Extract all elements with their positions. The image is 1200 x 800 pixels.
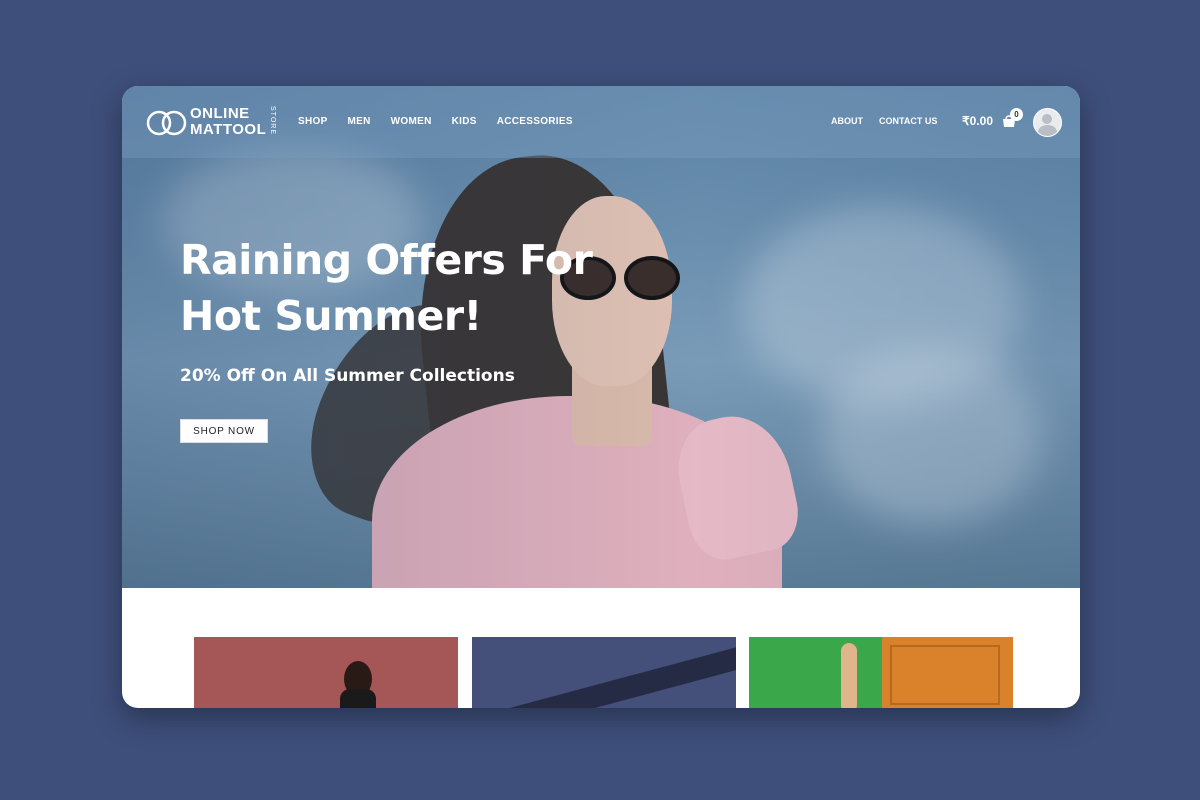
logo-side-text: STORE: [269, 106, 276, 135]
shop-now-button[interactable]: SHOP NOW: [180, 419, 268, 443]
category-cards: [194, 637, 1014, 708]
nav-about[interactable]: ABOUT: [831, 116, 863, 126]
arm-with-watch-image: [841, 643, 857, 708]
nav-contact[interactable]: CONTACT US: [879, 116, 937, 126]
cart-total[interactable]: ₹0.00: [962, 114, 993, 128]
user-avatar-icon[interactable]: [1033, 108, 1062, 137]
browser-window: Raining Offers For Hot Summer! 20% Off O…: [122, 86, 1080, 708]
logo-line2: MATTOOL: [190, 121, 267, 138]
rings-logo-icon: [146, 110, 187, 136]
man-image-body: [340, 689, 376, 708]
shadow-stripe: [472, 639, 736, 708]
nav-kids[interactable]: KIDS: [452, 116, 477, 127]
nav-shop[interactable]: SHOP: [298, 116, 328, 127]
top-navbar: ONLINE MATTOOL STORE SHOP MEN WOMEN KIDS…: [122, 86, 1080, 158]
hero-subheadline: 20% Off On All Summer Collections: [180, 366, 515, 386]
category-card-men[interactable]: [194, 637, 458, 708]
nav-men[interactable]: MEN: [348, 116, 371, 127]
logo-text: ONLINE MATTOOL: [190, 106, 266, 138]
category-card-women[interactable]: [472, 637, 736, 708]
nav-accessories[interactable]: ACCESSORIES: [497, 116, 573, 127]
door-image: [882, 637, 1013, 708]
logo-line1: ONLINE: [190, 105, 250, 122]
store-logo[interactable]: ONLINE MATTOOL STORE: [146, 106, 276, 142]
nav-women[interactable]: WOMEN: [391, 116, 432, 127]
hero-headline: Raining Offers For Hot Summer!: [180, 236, 593, 340]
main-menu: SHOP MEN WOMEN KIDS ACCESSORIES: [298, 116, 593, 127]
secondary-menu: ABOUT CONTACT US: [831, 116, 953, 126]
category-card-accessories[interactable]: [749, 637, 1013, 708]
cart-count-badge: 0: [1010, 108, 1023, 121]
hero-banner: Raining Offers For Hot Summer! 20% Off O…: [122, 86, 1080, 588]
